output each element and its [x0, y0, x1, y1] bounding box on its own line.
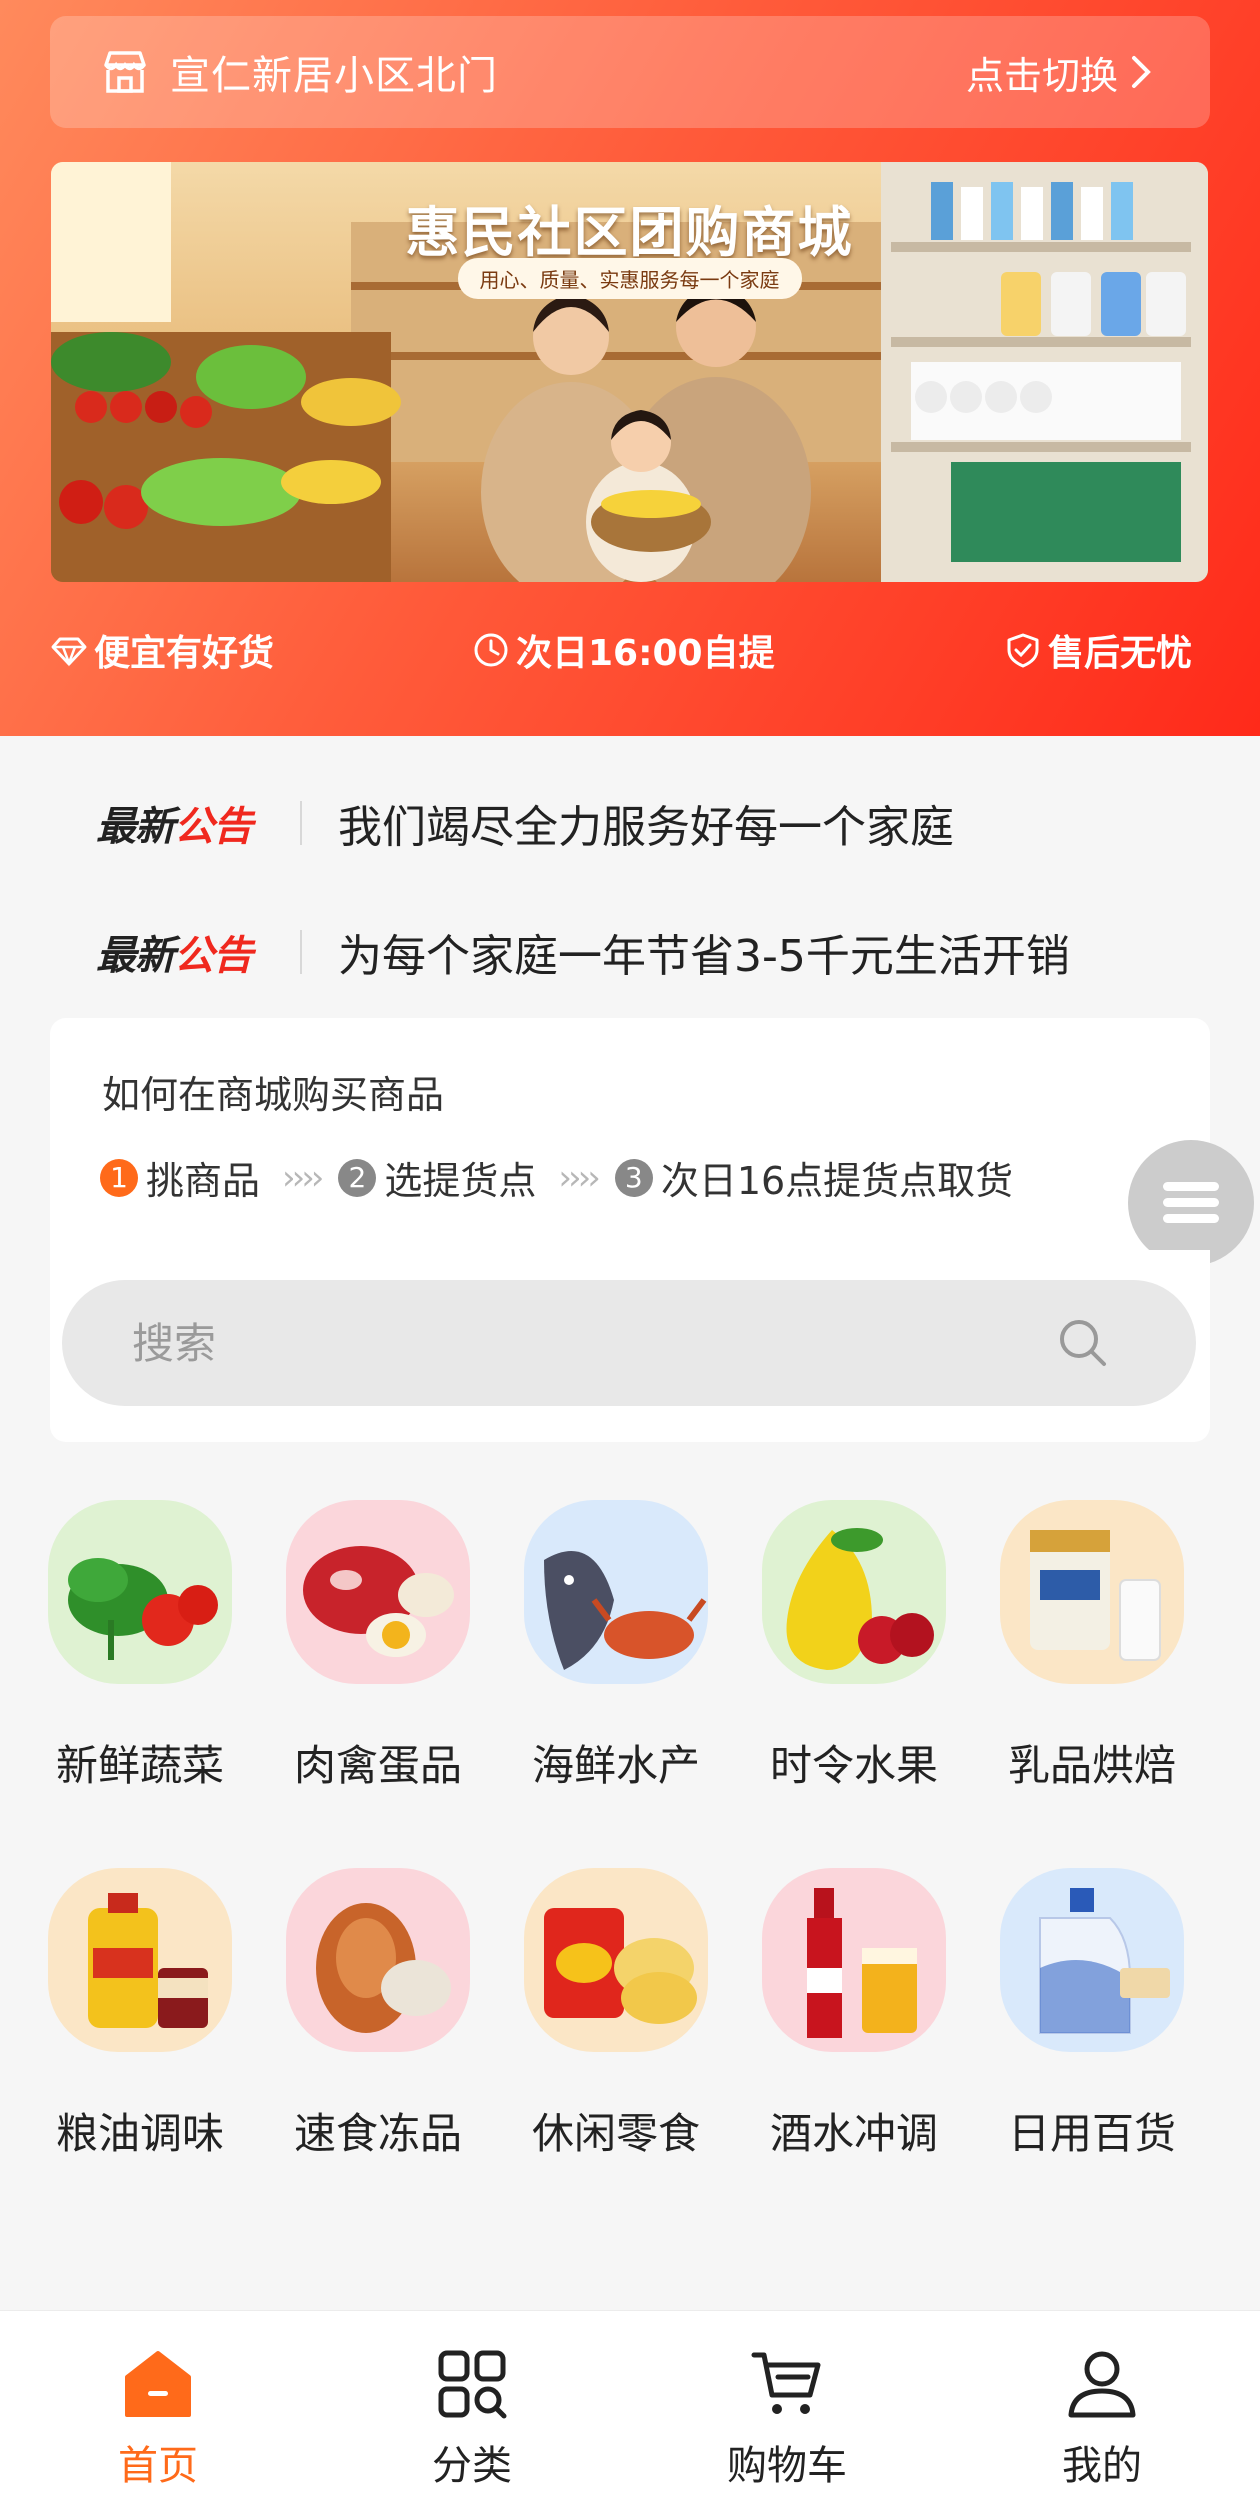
banner-title: 惠民社区团购商城 [405, 201, 854, 264]
howto-title: 如何在商城购买商品 [102, 1073, 445, 1117]
step-label-1: 挑商品 [146, 1159, 261, 1203]
step-label-3: 次日16点提货点取货 [660, 1159, 1014, 1203]
location-bar[interactable]: 宣仁新居小区北门 点击切换 [50, 16, 1210, 128]
feature-label: 便宜有好货 [94, 633, 275, 674]
nav-label: 我的 [1062, 2443, 1142, 2489]
switch-location-button[interactable]: 点击切换 [966, 45, 1154, 100]
howto-steps: 1 挑商品 ›››› 2 选提货点 ›››› 3 次日16点提货点取货 [100, 1150, 1013, 1205]
banner-subtitle: 用心、质量、实惠服务每一个家庭 [457, 258, 802, 299]
nav-label: 购物车 [727, 2443, 847, 2489]
dairy-icon [1000, 1500, 1184, 1684]
promo-banner[interactable]: 惠民社区团购商城 用心、质量、实惠服务每一个家庭 [51, 162, 1208, 582]
nav-item-profile[interactable]: 我的 [982, 2347, 1222, 2491]
category-item[interactable]: 海鲜水产 [516, 1500, 716, 1800]
category-label: 酒水冲调 [769, 2109, 938, 2158]
divider [300, 801, 302, 845]
user-icon [1068, 2351, 1136, 2418]
step-arrows: ›››› [282, 1157, 324, 1198]
feature-strip: 便宜有好货 次日16:00自提 售后无忧 [50, 620, 1210, 680]
search-card [50, 1250, 1210, 1442]
step-label-2: 选提货点 [384, 1159, 537, 1203]
clock-icon [474, 633, 508, 667]
nav-label: 首页 [118, 2443, 198, 2489]
category-item[interactable]: 乳品烘焙 [992, 1500, 1192, 1800]
category-item[interactable]: 速食冻品 [278, 1868, 478, 2168]
category-label: 乳品烘焙 [1007, 1741, 1176, 1790]
oil-icon [48, 1868, 232, 2052]
category-label: 时令水果 [769, 1741, 938, 1790]
fruit-icon [762, 1500, 946, 1684]
search-icon[interactable] [1056, 1316, 1110, 1370]
meat-icon [286, 1500, 470, 1684]
notice-badge: 最新公告 [96, 933, 253, 979]
step-number-3: 3 [614, 1158, 653, 1197]
notice-item[interactable]: 最新公告 我们竭尽全力服务好每一个家庭 [96, 783, 954, 863]
nav-item-home[interactable]: 首页 [38, 2347, 278, 2491]
nav-item-category[interactable]: 分类 [352, 2347, 592, 2491]
step-number-2: 2 [338, 1158, 377, 1197]
frozen-food-icon [286, 1868, 470, 2052]
cart-icon [751, 2352, 821, 2414]
category-item[interactable]: 酒水冲调 [754, 1868, 954, 2168]
home-icon [125, 2351, 191, 2417]
header: 宣仁新居小区北门 点击切换 惠民社区团购商城 用心、质量、实惠服务每一个家庭 便… [0, 0, 1260, 736]
location-name: 宣仁新居小区北门 [170, 53, 498, 99]
switch-location-label: 点击切换 [965, 53, 1118, 98]
nav-label: 分类 [432, 2443, 512, 2489]
notice-text: 我们竭尽全力服务好每一个家庭 [338, 802, 954, 853]
notice-item[interactable]: 最新公告 为每个家庭一年节省3-5千元生活开销 [96, 912, 1070, 992]
howto-card: 如何在商城购买商品 1 挑商品 ›››› 2 选提货点 ›››› 3 次日16点… [50, 1018, 1210, 1250]
snacks-icon [524, 1868, 708, 2052]
category-item[interactable]: 粮油调味 [40, 1868, 240, 2168]
category-label: 肉禽蛋品 [293, 1741, 462, 1790]
notice-badge: 最新公告 [96, 804, 253, 850]
notice-text: 为每个家庭一年节省3-5千元生活开销 [338, 931, 1070, 982]
shield-icon [1007, 633, 1039, 668]
store-icon [104, 51, 146, 93]
search-bar[interactable] [62, 1280, 1196, 1406]
step-arrows: ›››› [558, 1157, 600, 1198]
feature-label: 次日16:00自提 [516, 633, 775, 674]
feature-item: 次日16:00自提 [472, 620, 775, 680]
category-label: 海鲜水产 [531, 1741, 700, 1790]
category-item[interactable]: 日用百货 [992, 1868, 1192, 2168]
menu-icon [1163, 1182, 1219, 1223]
category-item[interactable]: 休闲零食 [516, 1868, 716, 2168]
category-item[interactable]: 新鲜蔬菜 [40, 1500, 240, 1800]
category-label: 粮油调味 [55, 2109, 224, 2158]
feature-item: 售后无忧 [1004, 620, 1192, 680]
floating-menu-button[interactable] [1128, 1140, 1254, 1266]
bottom-nav: 首页 分类 购物车 我的 [0, 2310, 1260, 2507]
diamond-icon [51, 637, 87, 667]
feature-label: 售后无忧 [1048, 633, 1193, 674]
category-label: 日用百货 [1007, 2109, 1176, 2158]
search-input[interactable] [132, 1318, 1032, 1368]
category-label: 速食冻品 [293, 2109, 462, 2158]
category-item[interactable]: 肉禽蛋品 [278, 1500, 478, 1800]
vegetables-icon [48, 1500, 232, 1684]
category-icon [438, 2350, 507, 2419]
category-label: 休闲零食 [531, 2109, 700, 2158]
drinks-icon [762, 1868, 946, 2052]
feature-item: 便宜有好货 [50, 620, 274, 680]
home-page: 宣仁新居小区北门 点击切换 惠民社区团购商城 用心、质量、实惠服务每一个家庭 便… [0, 0, 1260, 2507]
category-item[interactable]: 时令水果 [754, 1500, 954, 1800]
daily-goods-icon [1000, 1868, 1184, 2052]
chevron-right-icon [1132, 56, 1151, 88]
seafood-icon [524, 1500, 708, 1684]
step-number-1: 1 [100, 1158, 138, 1197]
divider [300, 930, 302, 974]
nav-item-cart[interactable]: 购物车 [667, 2347, 907, 2491]
category-label: 新鲜蔬菜 [55, 1741, 224, 1790]
